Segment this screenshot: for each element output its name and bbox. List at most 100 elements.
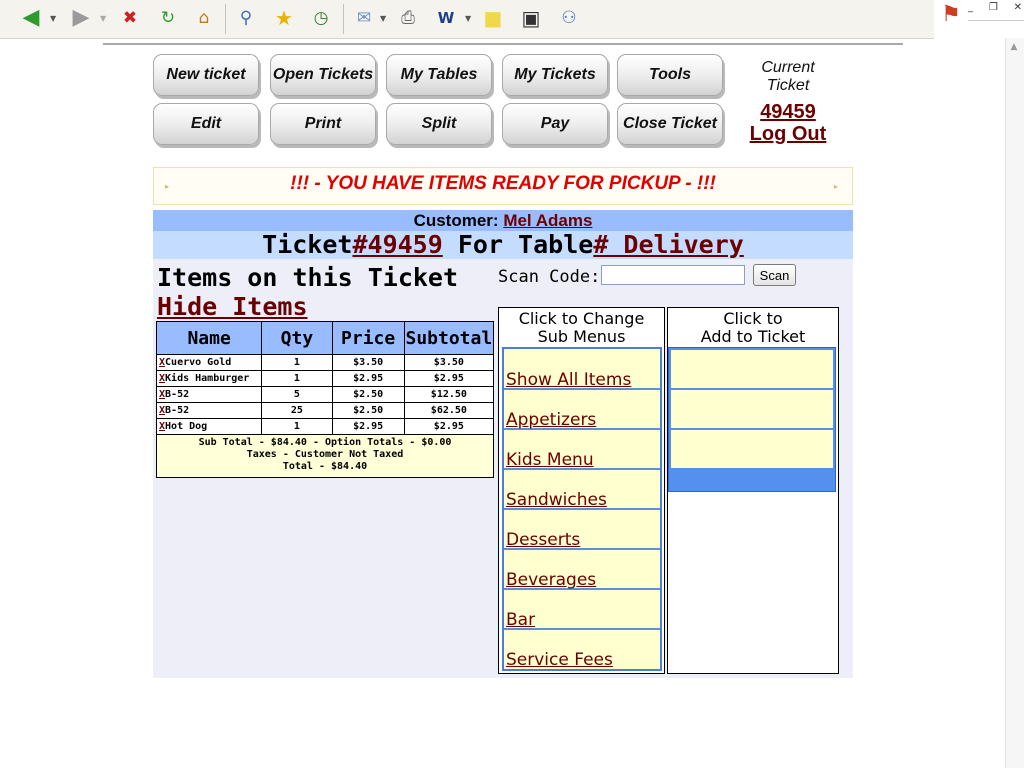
print-button[interactable]: Print (270, 103, 376, 145)
mail-icon[interactable]: ✉ (351, 5, 377, 31)
table-delivery-link[interactable]: # Delivery (593, 230, 744, 259)
submenu-item-desserts[interactable]: Desserts (504, 510, 660, 550)
item-qty: 1 (261, 418, 333, 435)
split-button[interactable]: Split (386, 103, 492, 145)
search-icon[interactable]: ⚲ (233, 5, 259, 31)
pay-button[interactable]: Pay (502, 103, 608, 145)
back-icon[interactable]: ◀ (18, 5, 44, 31)
edit-dropdown-icon[interactable]: ▼ (465, 14, 471, 23)
forward-icon[interactable]: ▶ (68, 5, 94, 31)
column-header: Price (331, 321, 405, 355)
customer-label: Customer: (413, 211, 499, 230)
close-ticket-button[interactable]: Close Ticket (617, 103, 723, 145)
back-dropdown-icon[interactable]: ▼ (50, 14, 56, 23)
item-name: Cuervo Gold (165, 357, 232, 368)
item-name-cell: XCuervo Gold (155, 354, 263, 371)
submenu-header: Click to Change Sub Menus (499, 310, 664, 346)
item-name: B-52 (165, 389, 190, 400)
item-name-cell: XKids Hamburger (155, 370, 263, 387)
print-icon[interactable]: ⎙ (395, 5, 421, 31)
submenu-item-label: Desserts (506, 530, 581, 550)
submenu-item-label: Show All Items (506, 370, 632, 390)
taxes-line: Taxes - Customer Not Taxed (246, 449, 404, 460)
item-price: $2.50 (331, 402, 405, 419)
add-item-slot[interactable] (671, 390, 833, 428)
column-header: Qty (261, 321, 333, 355)
new-ticket-button[interactable]: New ticket (153, 54, 259, 96)
add-item-slot[interactable] (671, 350, 833, 388)
submenu-item-label: Beverages (506, 570, 597, 590)
submenu-item-sandwiches[interactable]: Sandwiches (504, 470, 660, 510)
item-name-cell: XB-52 (155, 402, 263, 419)
windows-logo-icon: ⚑ (941, 1, 961, 27)
submenu-item-bar[interactable]: Bar (504, 590, 660, 630)
submenu-item-label: Kids Menu (506, 450, 594, 470)
ticket-number-link[interactable]: #49459 (352, 230, 442, 259)
table-row: XB-52 25 $2.50 $62.50 (155, 402, 495, 419)
edit-button[interactable]: Edit (153, 103, 259, 145)
submenu-item-service-fees[interactable]: Service Fees (504, 630, 660, 670)
item-price: $2.50 (331, 386, 405, 403)
ticket-table-label: For Table (457, 230, 594, 259)
messenger-icon[interactable]: ⚇ (556, 5, 582, 31)
forward-dropdown-icon[interactable]: ▼ (100, 14, 106, 23)
scroll-up-icon[interactable]: ▲ (1008, 42, 1020, 54)
items-title: Items on this Ticket (157, 263, 459, 292)
item-name: Kids Hamburger (165, 373, 250, 384)
table-row: XKids Hamburger 1 $2.95 $2.95 (155, 370, 495, 387)
scan-button[interactable]: Scan (753, 264, 796, 286)
restore-icon[interactable]: ❐ (989, 2, 998, 16)
scan-code-input[interactable] (601, 265, 745, 285)
item-name-cell: XB-52 (155, 386, 263, 403)
totals-cell: Sub Total - $84.40 - Option Totals - $0.… (156, 434, 494, 478)
submenu-item-beverages[interactable]: Beverages (504, 550, 660, 590)
submenu-item-label: Service Fees (506, 650, 613, 670)
customer-line: Customer: Mel Adams (153, 211, 853, 231)
add-header-line2: Add to Ticket (700, 327, 806, 346)
vertical-scrollbar[interactable] (1005, 38, 1024, 768)
hide-items-link[interactable]: Hide Items (157, 292, 308, 321)
table-row: XHot Dog 1 $2.95 $2.95 (155, 418, 495, 435)
submenu-item-kids-menu[interactable]: Kids Menu (504, 430, 660, 470)
submenu-item-label: Bar (506, 610, 536, 630)
item-qty: 1 (261, 370, 333, 387)
refresh-icon[interactable]: ↻ (155, 5, 181, 31)
my-tables-button[interactable]: My Tables (386, 54, 492, 96)
item-price: $2.95 (331, 370, 405, 387)
item-qty: 25 (261, 402, 333, 419)
current-ticket-label-text: Current Ticket (761, 59, 815, 94)
item-price: $2.95 (331, 418, 405, 435)
home-icon[interactable]: ⌂ (191, 5, 217, 31)
monitor-icon[interactable]: ▣ (518, 5, 544, 31)
favorites-star-icon[interactable]: ★ (271, 5, 297, 31)
close-icon[interactable]: ✕ (1014, 2, 1022, 16)
window-controls: _ ❐ ✕ (968, 2, 1022, 16)
note-icon[interactable]: ■ (480, 5, 506, 31)
add-to-ticket-header: Click to Add to Ticket (667, 310, 839, 346)
horizontal-rule (103, 43, 903, 45)
item-subtotal: $2.95 (403, 370, 495, 387)
current-ticket-number-link[interactable]: 49459 (740, 101, 836, 124)
minimize-icon[interactable]: _ (968, 2, 973, 16)
tools-button[interactable]: Tools (617, 54, 723, 96)
customer-name-link[interactable]: Mel Adams (503, 211, 592, 230)
item-subtotal: $62.50 (403, 402, 495, 419)
history-icon[interactable]: ◷ (308, 5, 334, 31)
logout-link[interactable]: Log Out (740, 123, 836, 146)
stop-icon[interactable]: ✖ (117, 5, 143, 31)
submenu-item-show-all-items[interactable]: Show All Items (504, 350, 660, 390)
mail-dropdown-icon[interactable]: ▼ (380, 14, 386, 23)
item-subtotal: $2.95 (403, 418, 495, 435)
column-header: Name (155, 321, 263, 355)
toolbar-separator (343, 4, 344, 34)
item-name: Hot Dog (165, 421, 208, 432)
window-divider (968, 20, 1024, 21)
edit-document-icon[interactable]: W (433, 5, 459, 31)
current-ticket-label: Current Ticket (740, 59, 836, 95)
submenu-item-label: Appetizers (506, 410, 597, 430)
column-header: Subtotal (403, 321, 495, 355)
open-tickets-button[interactable]: Open Tickets (270, 54, 376, 96)
add-item-slot[interactable] (671, 430, 833, 468)
my-tickets-button[interactable]: My Tickets (502, 54, 608, 96)
submenu-item-appetizers[interactable]: Appetizers (504, 390, 660, 430)
